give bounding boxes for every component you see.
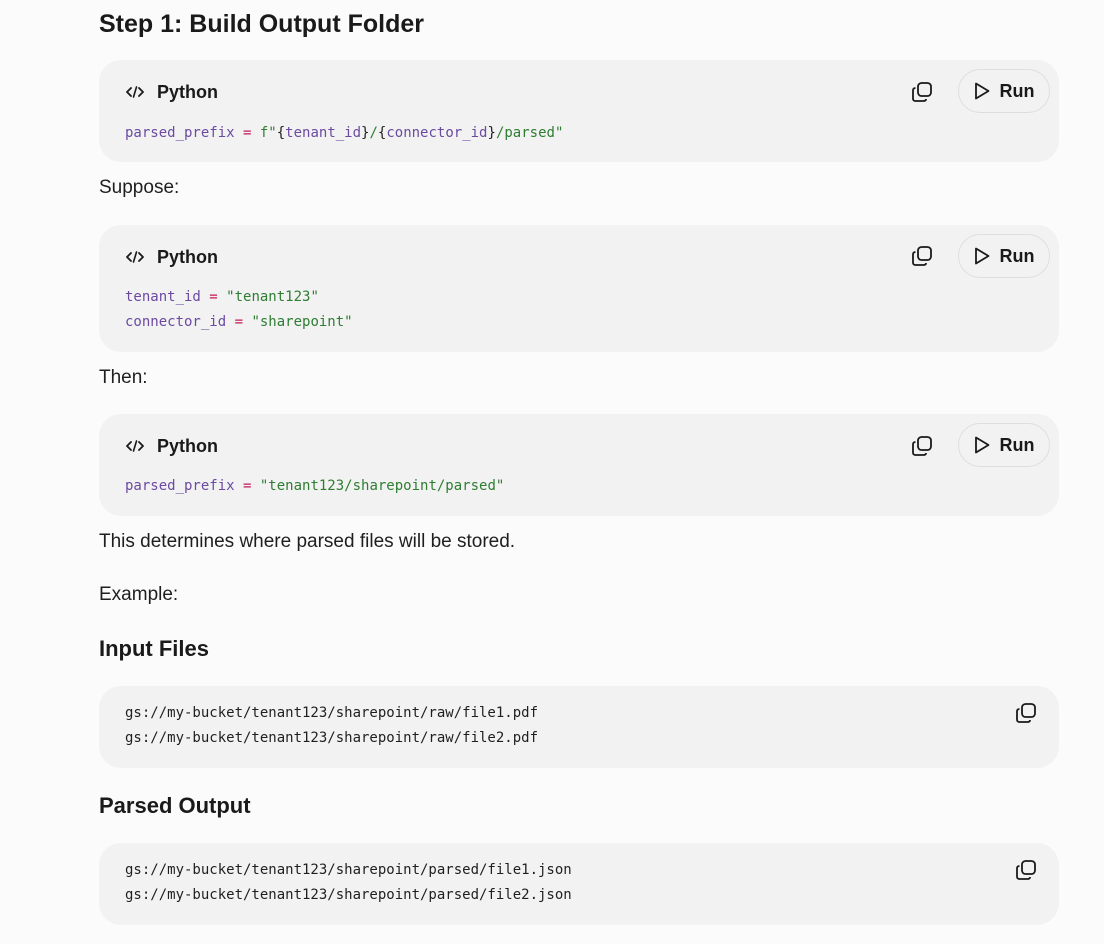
code-line: gs://my-bucket/tenant123/sharepoint/pars…: [125, 862, 572, 878]
code-line: gs://my-bucket/tenant123/sharepoint/raw/…: [125, 705, 539, 721]
run-label: Run: [999, 245, 1035, 266]
code-token: "tenant123/sharepoint/parsed": [259, 478, 505, 494]
play-icon: [974, 247, 989, 265]
run-button[interactable]: Run: [958, 423, 1050, 467]
code-line: connector_id = "sharepoint": [125, 314, 353, 330]
language-label: Python: [157, 81, 218, 102]
parsed-output-heading: Parsed Output: [99, 793, 251, 818]
code-content: tenant_id = "tenant123" connector_id = "…: [125, 285, 353, 335]
input-files-block: gs://my-bucket/tenant123/sharepoint/raw/…: [99, 686, 1059, 768]
code-block-1: Python Run parsed_prefix = f"{tenant_id}…: [99, 60, 1059, 162]
copy-button[interactable]: [907, 77, 937, 107]
code-block-header: Python: [125, 434, 218, 458]
copy-button[interactable]: [907, 431, 937, 461]
play-icon: [974, 436, 989, 454]
code-token: {: [276, 125, 286, 141]
example-text: Example:: [99, 584, 179, 605]
copy-button[interactable]: [907, 241, 937, 271]
code-icon: [125, 82, 145, 102]
code-token: =: [200, 289, 227, 305]
code-token: connector_id: [386, 125, 488, 141]
copy-button[interactable]: [1011, 855, 1041, 885]
code-token: parsed_prefix: [125, 478, 235, 494]
code-content: gs://my-bucket/tenant123/sharepoint/pars…: [125, 858, 572, 908]
copy-icon: [912, 436, 932, 456]
code-token: /: [369, 125, 378, 141]
code-block-header: Python: [125, 80, 218, 104]
code-line: gs://my-bucket/tenant123/sharepoint/pars…: [125, 887, 572, 903]
copy-button[interactable]: [1011, 698, 1041, 728]
code-content: parsed_prefix = "tenant123/sharepoint/pa…: [125, 474, 504, 499]
code-line: gs://my-bucket/tenant123/sharepoint/raw/…: [125, 730, 539, 746]
code-line: tenant_id = "tenant123": [125, 289, 319, 305]
code-icon: [125, 247, 145, 267]
code-token: /parsed": [495, 125, 564, 141]
input-files-heading: Input Files: [99, 636, 209, 661]
code-icon: [125, 436, 145, 456]
code-block-header: Python: [125, 245, 218, 269]
run-label: Run: [999, 80, 1035, 101]
step1-heading: Step 1: Build Output Folder: [99, 10, 424, 38]
code-token: =: [234, 125, 260, 141]
code-token: f": [259, 125, 277, 141]
code-content: gs://my-bucket/tenant123/sharepoint/raw/…: [125, 701, 538, 751]
code-token: parsed_prefix: [125, 125, 235, 141]
then-text: Then:: [99, 367, 148, 388]
play-icon: [974, 82, 989, 100]
code-token: =: [226, 314, 252, 330]
code-token: =: [234, 478, 260, 494]
code-token: tenant_id: [285, 125, 362, 141]
language-label: Python: [157, 435, 218, 456]
code-line: parsed_prefix = "tenant123/sharepoint/pa…: [125, 478, 504, 494]
copy-icon: [912, 82, 932, 102]
code-block-3: Python Run parsed_prefix = "tenant123/sh…: [99, 414, 1059, 516]
run-button[interactable]: Run: [958, 234, 1050, 278]
run-button[interactable]: Run: [958, 69, 1050, 113]
code-line: parsed_prefix = f"{tenant_id}/{connector…: [125, 125, 563, 141]
code-block-2: Python Run tenant_id = "tenant123" conne…: [99, 225, 1059, 352]
copy-icon: [1016, 860, 1036, 880]
parsed-output-block: gs://my-bucket/tenant123/sharepoint/pars…: [99, 843, 1059, 925]
code-token: }: [487, 125, 496, 141]
code-content: parsed_prefix = f"{tenant_id}/{connector…: [125, 121, 563, 146]
code-token: "tenant123": [226, 289, 319, 305]
code-token: connector_id: [125, 314, 227, 330]
code-token: "sharepoint": [251, 314, 353, 330]
run-label: Run: [999, 434, 1035, 455]
copy-icon: [1016, 703, 1036, 723]
determines-text: This determines where parsed files will …: [99, 531, 516, 552]
language-label: Python: [157, 246, 218, 267]
copy-icon: [912, 246, 932, 266]
suppose-text: Suppose:: [99, 177, 180, 198]
code-token: tenant_id: [125, 289, 201, 305]
